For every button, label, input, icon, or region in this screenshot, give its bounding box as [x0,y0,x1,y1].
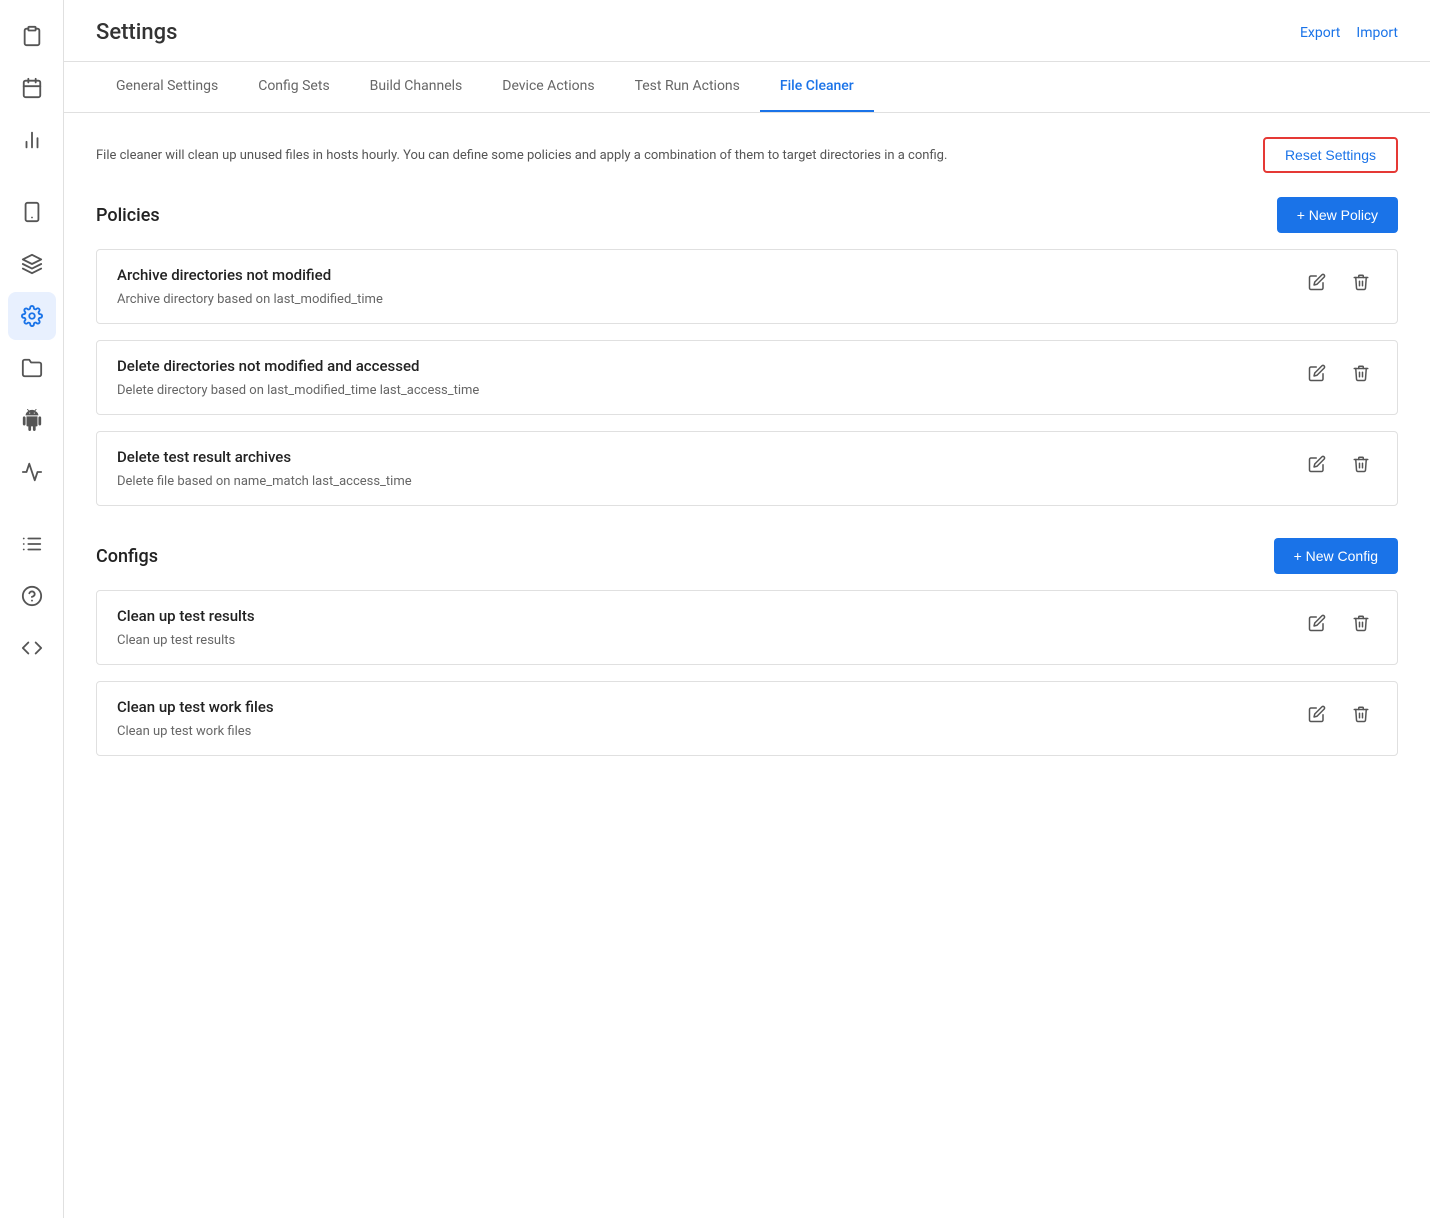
config-card-0-title: Clean up test results [117,607,255,625]
policy-card-1-title: Delete directories not modified and acce… [117,357,479,375]
configs-section: Configs + New Config Clean up test resul… [96,538,1398,756]
policy-card-2-delete-button[interactable] [1345,448,1377,480]
policy-card-1-delete-button[interactable] [1345,357,1377,389]
policies-title: Policies [96,205,160,226]
export-link[interactable]: Export [1300,25,1340,41]
config-card-0-edit-button[interactable] [1301,607,1333,639]
policy-card-0: Archive directories not modified Archive… [96,249,1398,324]
config-card-1-edit-button[interactable] [1301,698,1333,730]
config-card-1: Clean up test work files Clean up test w… [96,681,1398,756]
sidebar-item-clipboard[interactable] [8,12,56,60]
policy-card-0-subtitle: Archive directory based on last_modified… [117,292,383,307]
import-link[interactable]: Import [1356,25,1398,41]
policy-card-2-actions [1301,448,1377,480]
description-bar: File cleaner will clean up unused files … [96,137,1398,173]
page-title: Settings [96,20,177,45]
sidebar [0,0,64,1218]
config-card-0: Clean up test results Clean up test resu… [96,590,1398,665]
policy-card-0-actions [1301,266,1377,298]
config-card-1-title: Clean up test work files [117,698,274,716]
sidebar-item-calendar[interactable] [8,64,56,112]
main-content: Settings Export Import General Settings … [64,0,1430,1218]
policy-card-1-content: Delete directories not modified and acce… [117,357,479,398]
sidebar-item-layers[interactable] [8,240,56,288]
policies-section: Policies + New Policy Archive directorie… [96,197,1398,506]
tab-config-sets[interactable]: Config Sets [238,62,349,112]
sidebar-item-folder[interactable] [8,344,56,392]
content-area: File cleaner will clean up unused files … [64,113,1430,1218]
description-text: File cleaner will clean up unused files … [96,148,1239,163]
sidebar-item-phone[interactable] [8,188,56,236]
policy-card-2-content: Delete test result archives Delete file … [117,448,412,489]
policy-card-2-subtitle: Delete file based on name_match last_acc… [117,474,412,489]
config-card-0-delete-button[interactable] [1345,607,1377,639]
sidebar-item-activity[interactable] [8,448,56,496]
policy-card-1: Delete directories not modified and acce… [96,340,1398,415]
sidebar-item-android[interactable] [8,396,56,444]
new-config-button[interactable]: + New Config [1274,538,1398,574]
tab-general-settings[interactable]: General Settings [96,62,238,112]
policy-card-2-edit-button[interactable] [1301,448,1333,480]
policies-header: Policies + New Policy [96,197,1398,233]
sidebar-item-help[interactable] [8,572,56,620]
tab-test-run-actions[interactable]: Test Run Actions [615,62,760,112]
config-card-1-actions [1301,698,1377,730]
sidebar-item-barchart[interactable] [8,116,56,164]
tab-bar: General Settings Config Sets Build Chann… [64,62,1430,113]
config-card-0-subtitle: Clean up test results [117,633,255,648]
config-card-1-delete-button[interactable] [1345,698,1377,730]
sidebar-item-settings[interactable] [8,292,56,340]
policy-card-0-delete-button[interactable] [1345,266,1377,298]
policy-card-1-actions [1301,357,1377,389]
config-card-0-actions [1301,607,1377,639]
tab-file-cleaner[interactable]: File Cleaner [760,62,874,112]
tab-device-actions[interactable]: Device Actions [482,62,614,112]
policy-card-1-edit-button[interactable] [1301,357,1333,389]
configs-title: Configs [96,546,158,567]
configs-header: Configs + New Config [96,538,1398,574]
config-card-1-subtitle: Clean up test work files [117,724,274,739]
config-card-1-content: Clean up test work files Clean up test w… [117,698,274,739]
policy-card-2: Delete test result archives Delete file … [96,431,1398,506]
sidebar-item-code[interactable] [8,624,56,672]
policy-card-0-content: Archive directories not modified Archive… [117,266,383,307]
config-card-0-content: Clean up test results Clean up test resu… [117,607,255,648]
policy-card-0-edit-button[interactable] [1301,266,1333,298]
sidebar-item-list[interactable] [8,520,56,568]
policy-card-1-subtitle: Delete directory based on last_modified_… [117,383,479,398]
policy-card-0-title: Archive directories not modified [117,266,383,284]
new-policy-button[interactable]: + New Policy [1277,197,1398,233]
reset-settings-button[interactable]: Reset Settings [1263,137,1398,173]
policy-card-2-title: Delete test result archives [117,448,412,466]
header-actions: Export Import [1300,25,1398,41]
page-header: Settings Export Import [64,0,1430,62]
tab-build-channels[interactable]: Build Channels [350,62,483,112]
